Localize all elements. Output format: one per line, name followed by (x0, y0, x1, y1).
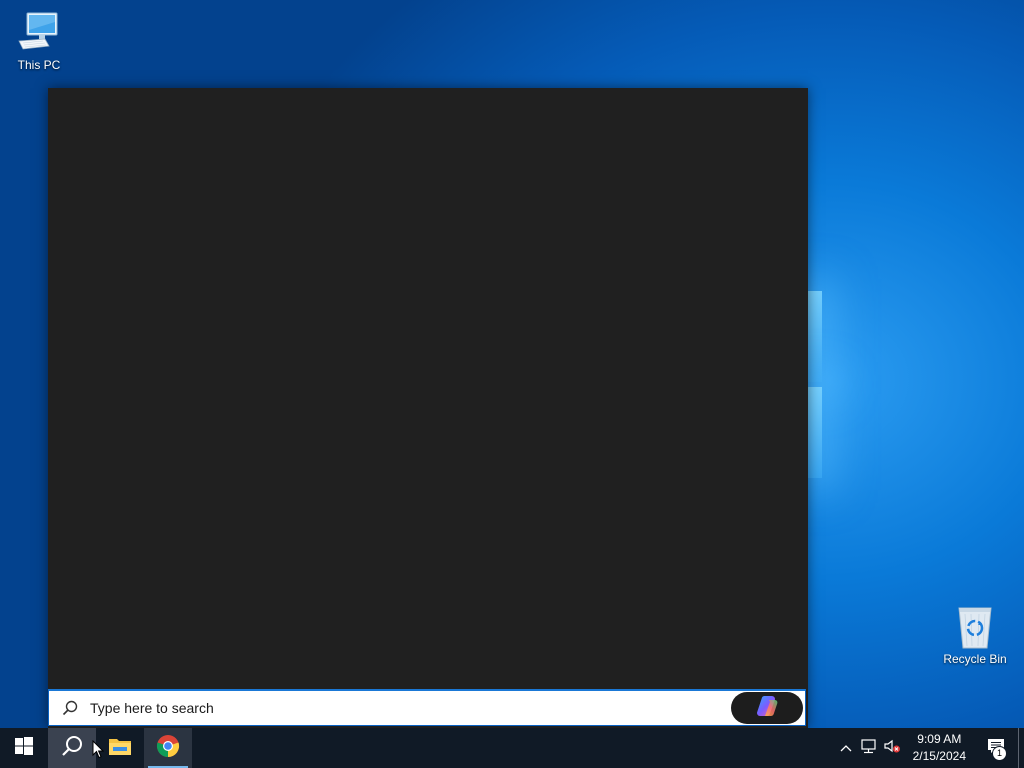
chrome-taskbar-button[interactable] (144, 728, 192, 768)
desktop-icon-recycle-bin[interactable]: Recycle Bin (937, 602, 1013, 666)
recycle-bin-icon (951, 602, 999, 650)
mouse-cursor-icon (92, 739, 105, 764)
action-center-button[interactable]: 1 (976, 728, 1016, 768)
chevron-up-icon (840, 739, 852, 757)
show-desktop-button[interactable] (1018, 728, 1024, 768)
system-tray: 9:09 AM 2/15/2024 1 (835, 728, 1024, 768)
clock-time: 9:09 AM (917, 732, 962, 746)
desktop-icon-label: This PC (17, 58, 61, 72)
wallpaper-logo-pane (808, 387, 822, 478)
search-icon (61, 699, 79, 717)
windows-logo-icon (15, 736, 33, 760)
copilot-icon (755, 694, 779, 723)
copilot-button[interactable] (731, 692, 803, 724)
clock[interactable]: 9:09 AM 2/15/2024 (903, 728, 976, 768)
search-box[interactable] (48, 689, 806, 726)
search-flyout-panel (48, 88, 808, 728)
taskbar-search-button[interactable] (48, 728, 96, 768)
clock-date: 2/15/2024 (912, 749, 966, 763)
search-input[interactable] (88, 699, 731, 717)
volume-button[interactable] (881, 728, 903, 768)
start-button[interactable] (0, 728, 48, 768)
folder-icon (108, 735, 132, 762)
volume-muted-icon (883, 738, 901, 759)
network-button[interactable] (857, 728, 881, 768)
desktop-icon-label: Recycle Bin (943, 652, 1007, 666)
chrome-icon (156, 734, 180, 763)
desktop-icon-this-pc[interactable]: This PC (1, 8, 77, 72)
notification-count-badge: 1 (992, 746, 1007, 761)
desktop: This PC Recycle Bin Type here to search … (0, 0, 1024, 768)
computer-icon (15, 8, 63, 56)
wallpaper-logo-pane (808, 291, 822, 382)
search-icon (60, 734, 84, 763)
taskbar: 9:09 AM 2/15/2024 1 (0, 728, 1024, 768)
network-icon (860, 738, 878, 759)
show-hidden-icons-button[interactable] (835, 728, 857, 768)
